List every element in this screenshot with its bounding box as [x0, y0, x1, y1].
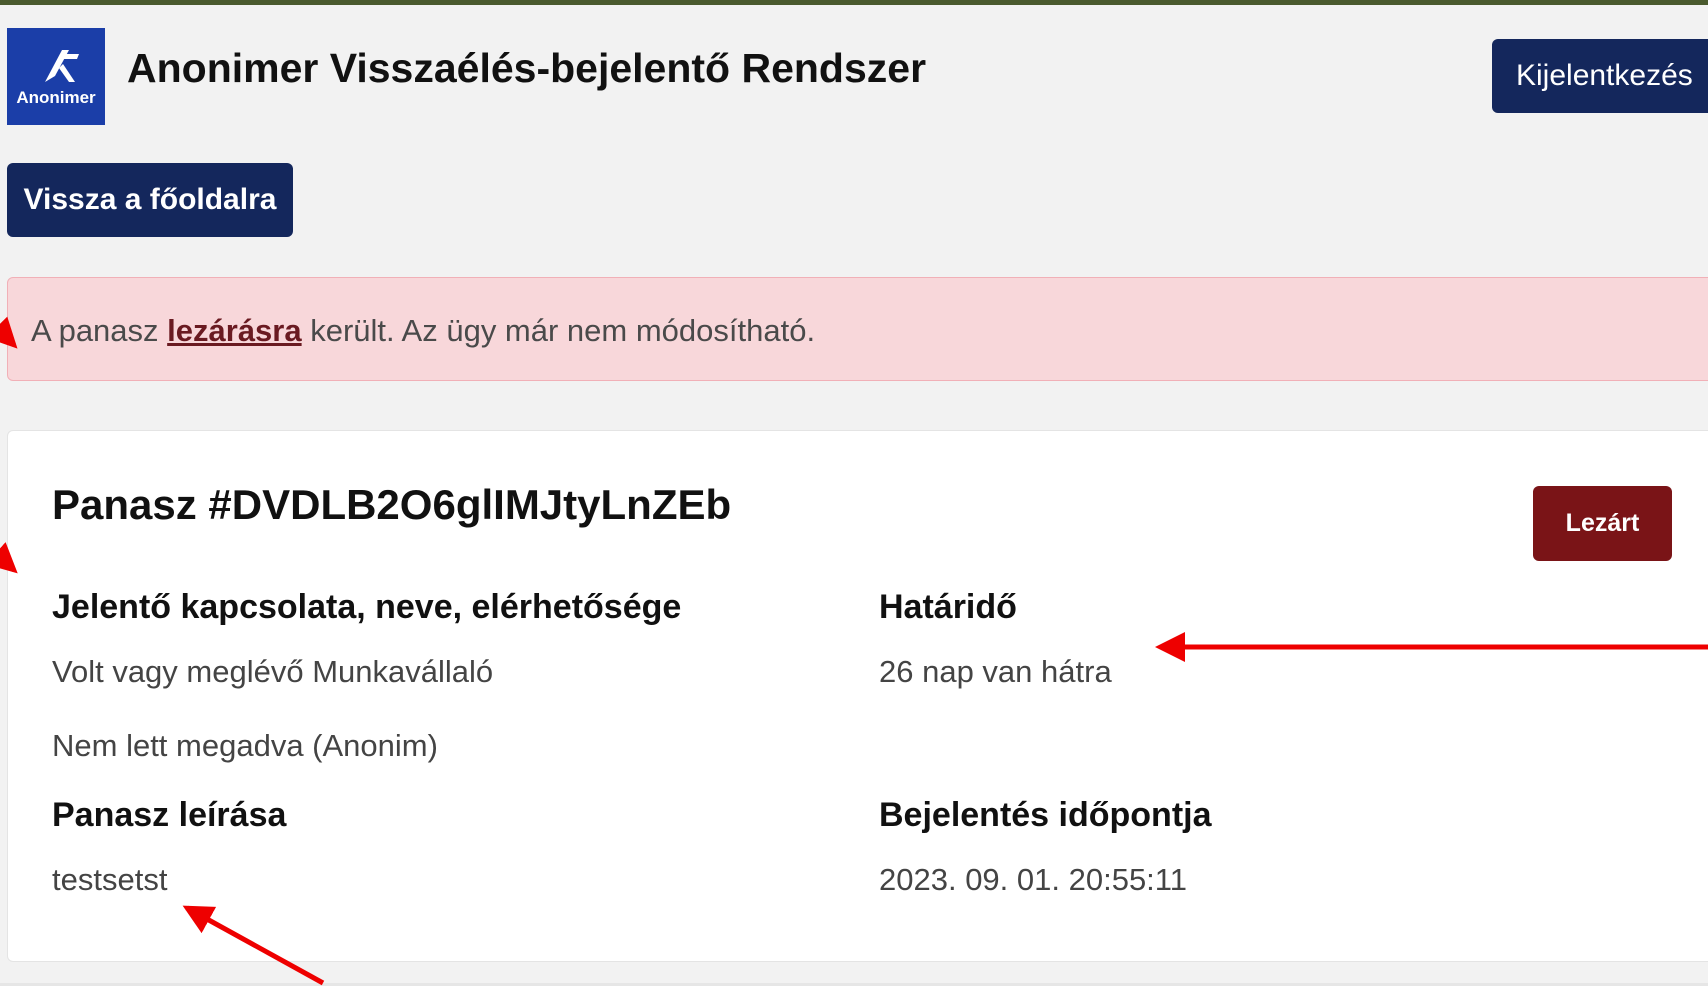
deadline-value: 26 nap van hátra: [879, 654, 1112, 689]
description-value: testsetst: [52, 862, 168, 897]
description-label: Panasz leírása: [52, 796, 287, 834]
reported-at-value: 2023. 09. 01. 20:55:11: [879, 862, 1187, 897]
reporter-relation: Volt vagy meglévő Munkavállaló: [52, 654, 494, 689]
alert-link[interactable]: lezárásra: [167, 313, 301, 348]
reporter-label: Jelentő kapcsolata, neve, elérhetősége: [52, 588, 682, 626]
page: Anonimer Anonimer Visszaélés-bejelentő R…: [0, 5, 1708, 983]
complaint-title: Panasz #DVDLB2O6glIMJtyLnZEb: [52, 481, 732, 528]
logout-button[interactable]: Kijelentkezés: [1492, 39, 1708, 113]
logo: Anonimer: [7, 28, 105, 125]
reporter-name: Nem lett megadva (Anonim): [52, 728, 438, 763]
app-title: Anonimer Visszaélés-bejelentő Rendszer: [127, 45, 927, 91]
logo-text: Anonimer: [16, 88, 96, 107]
deadline-label: Határidő: [879, 588, 1017, 626]
back-to-home-button[interactable]: Vissza a főoldalra: [7, 163, 293, 237]
reported-at-label: Bejelentés időpontja: [879, 796, 1212, 834]
status-badge: Lezárt: [1533, 486, 1672, 561]
alert-suffix: került. Az ügy már nem módosítható.: [301, 313, 816, 348]
logo-mark-icon: [45, 50, 79, 82]
alert-text: A panasz lezárásra került. Az ügy már ne…: [31, 313, 815, 349]
closed-alert: A panasz lezárásra került. Az ügy már ne…: [7, 277, 1708, 381]
alert-prefix: A panasz: [31, 313, 168, 348]
complaint-card: Panasz #DVDLB2O6glIMJtyLnZEb Lezárt Jele…: [7, 430, 1708, 962]
